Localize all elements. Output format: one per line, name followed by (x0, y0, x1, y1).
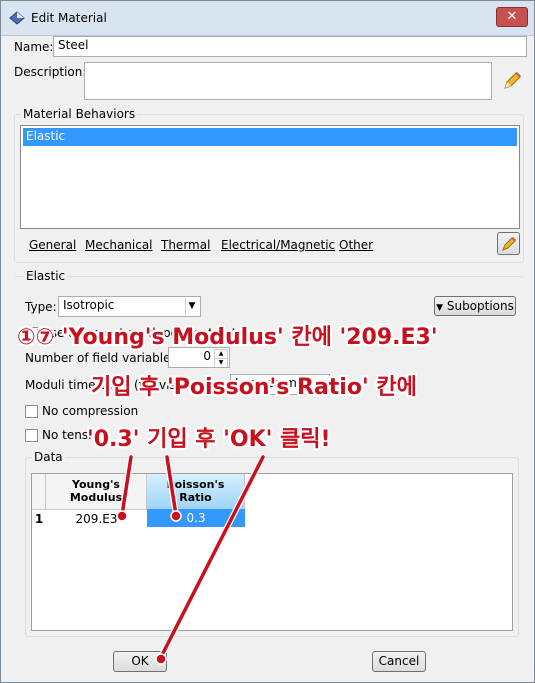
arrow-to-ok (159, 455, 265, 659)
arrow-dot-youngs (116, 510, 128, 522)
arrow-to-poisson (165, 455, 178, 517)
annotation-line-2: 기입 후 'Poisson's Ratio' 칸에 (91, 375, 417, 400)
arrow-dot-poisson (170, 510, 182, 522)
arrow-to-youngs (120, 455, 133, 517)
arrow-dot-ok (155, 653, 167, 665)
annotation-line-1: ①⑦ 'Young's Modulus' 칸에 '209.E3' (17, 325, 438, 350)
edit-material-dialog: Edit Material ✕ Name: Steel Description:… (0, 0, 535, 683)
annotation-line-3: '0.3' 기입 후 'OK' 클릭! (87, 427, 331, 452)
